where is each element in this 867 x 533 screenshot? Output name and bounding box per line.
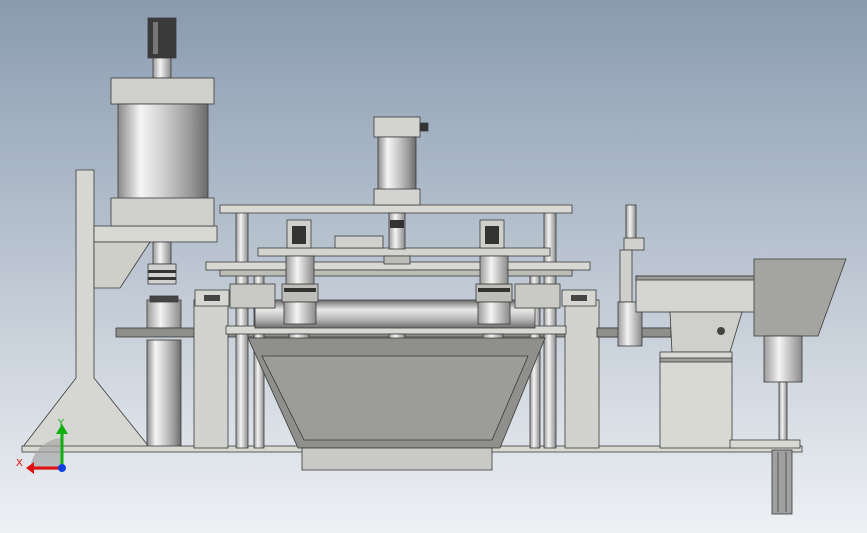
cad-viewport[interactable]: Y X <box>0 0 867 533</box>
axis-y-label: Y <box>57 418 65 429</box>
axis-x-label: X <box>16 458 23 469</box>
left-lower-post <box>146 295 182 451</box>
machine-drawing: Y X <box>0 0 867 533</box>
